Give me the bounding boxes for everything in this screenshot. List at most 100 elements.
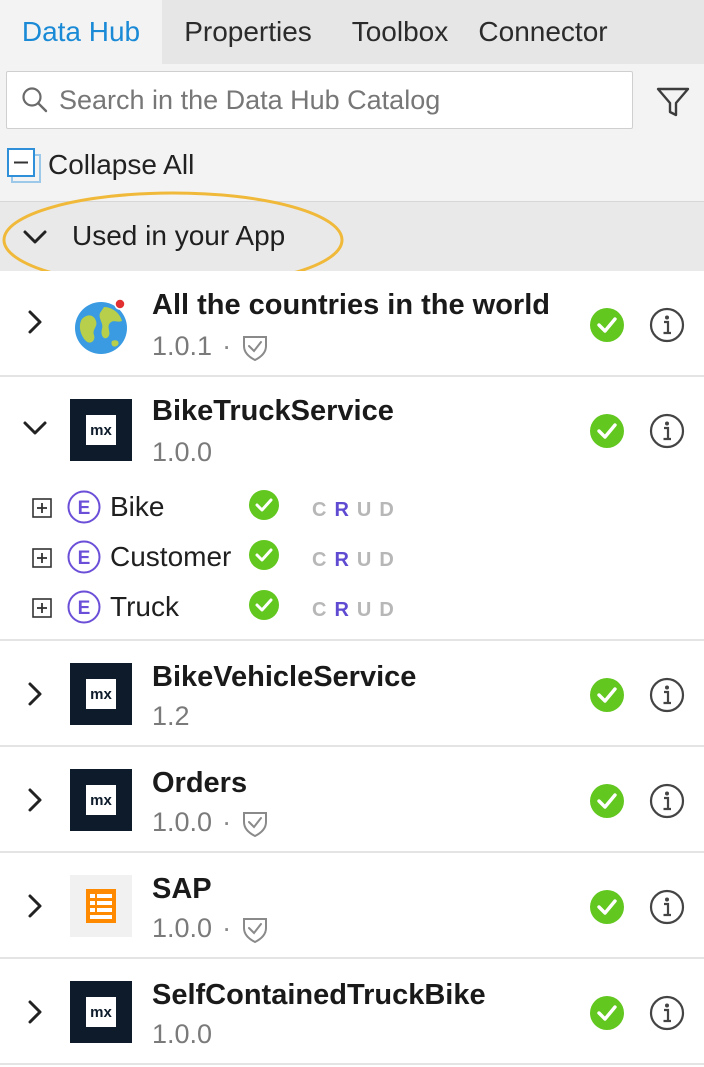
item-title: SAP	[152, 873, 212, 905]
chevron-right-icon[interactable]	[20, 785, 50, 815]
info-icon[interactable]	[649, 677, 685, 713]
tab-toolbox[interactable]: Toolbox	[334, 0, 466, 64]
item-title: SelfContainedTruckBike	[152, 979, 486, 1011]
crud-read: R	[334, 499, 357, 521]
check-circle-icon	[590, 414, 624, 448]
list-item-bikevehicleservice[interactable]: mx BikeVehicleService 1.2	[0, 641, 704, 747]
entity-row-bike[interactable]: E Bike C R U D	[0, 485, 704, 533]
entity-icon-letter: E	[78, 548, 91, 569]
collapse-all-label: Collapse All	[48, 149, 195, 180]
list-item-selfcontainedtruckbike[interactable]: mx SelfContainedTruckBike 1.0.0	[0, 959, 704, 1065]
mx-logo-text: mx	[90, 1004, 112, 1021]
crud-delete: D	[379, 549, 402, 571]
item-version: 1.0.0	[152, 807, 213, 837]
check-circle-icon	[249, 490, 279, 520]
expand-plus-icon[interactable]	[32, 548, 52, 568]
tab-data-hub[interactable]: Data Hub	[0, 0, 162, 64]
item-meta: 1.0.1 ·	[152, 331, 269, 362]
list-item-biketruckservice[interactable]: mx BikeTruckService 1.0.0 E Bike C R U D…	[0, 377, 704, 641]
filter-button[interactable]	[651, 80, 695, 124]
info-icon[interactable]	[649, 783, 685, 819]
check-circle-icon	[590, 996, 624, 1030]
list-item-sap[interactable]: SAP 1.0.0 ·	[0, 853, 704, 959]
filter-icon	[656, 87, 690, 117]
item-version: 1.0.0	[152, 1019, 213, 1049]
item-meta: 1.0.0 ·	[152, 807, 269, 838]
check-circle-icon	[590, 678, 624, 712]
tab-connector[interactable]: Connector	[466, 0, 620, 64]
chevron-right-icon[interactable]	[20, 891, 50, 921]
expand-plus-icon[interactable]	[32, 498, 52, 518]
info-icon[interactable]	[649, 995, 685, 1031]
item-title: Orders	[152, 767, 248, 799]
crud-indicator: C R U D	[312, 549, 402, 572]
tab-bar: Data Hub Properties Toolbox Connector	[0, 0, 704, 64]
item-title: BikeVehicleService	[152, 661, 417, 693]
mx-logo-icon: mx	[70, 981, 132, 1043]
chevron-right-icon[interactable]	[20, 997, 50, 1027]
info-icon[interactable]	[649, 413, 685, 449]
check-circle-icon	[249, 540, 279, 570]
crud-create: C	[312, 499, 335, 521]
item-version: 1.0.0	[152, 913, 213, 943]
crud-delete: D	[379, 499, 402, 521]
list-item-orders[interactable]: mx Orders 1.0.0 ·	[0, 747, 704, 853]
mx-logo-text: mx	[90, 792, 112, 809]
item-meta: 1.0.0	[152, 437, 212, 468]
item-version: 1.0.0	[152, 437, 213, 467]
entity-icon-letter: E	[78, 598, 91, 619]
mx-logo-icon: mx	[70, 663, 132, 725]
search-icon	[22, 87, 48, 113]
crud-update: U	[356, 599, 380, 621]
globe-icon	[75, 298, 127, 354]
separator-dot: ·	[222, 331, 232, 361]
check-circle-icon	[590, 890, 624, 924]
item-version: 1.0.1	[152, 331, 213, 361]
search-box[interactable]	[6, 71, 633, 129]
entity-row-customer[interactable]: E Customer C R U D	[0, 535, 704, 583]
shield-check-icon	[243, 917, 268, 943]
chevron-down-icon	[23, 230, 47, 244]
crud-update: U	[356, 499, 380, 521]
info-icon[interactable]	[649, 889, 685, 925]
entity-icon: E	[67, 540, 101, 574]
shield-check-icon	[243, 811, 268, 837]
crud-indicator: C R U D	[312, 499, 402, 522]
crud-indicator: C R U D	[312, 599, 402, 622]
entity-row-truck[interactable]: E Truck C R U D	[0, 585, 704, 633]
crud-create: C	[312, 549, 335, 571]
entity-icon: E	[67, 590, 101, 624]
separator-dot: ·	[222, 913, 232, 943]
item-version: 1.2	[152, 701, 190, 731]
list-item-countries[interactable]: All the countries in the world 1.0.1 ·	[0, 271, 704, 377]
info-icon[interactable]	[649, 307, 685, 343]
section-title: Used in your App	[72, 220, 286, 251]
crud-read: R	[334, 549, 357, 571]
tab-properties[interactable]: Properties	[162, 0, 334, 64]
entity-name: Truck	[110, 591, 179, 622]
mx-logo-icon: mx	[70, 399, 132, 461]
item-meta: 1.0.0 ·	[152, 913, 269, 944]
entity-icon: E	[67, 490, 101, 524]
item-meta: 1.0.0	[152, 1019, 212, 1050]
mx-logo-text: mx	[90, 686, 112, 703]
entity-icon-letter: E	[78, 498, 91, 519]
crud-delete: D	[379, 599, 402, 621]
collapse-square-icon	[7, 148, 41, 183]
shield-check-icon	[243, 335, 268, 361]
collapse-all-button[interactable]: Collapse All	[6, 144, 194, 186]
expand-plus-icon[interactable]	[32, 598, 52, 618]
item-title: All the countries in the world	[152, 289, 550, 321]
check-circle-icon	[590, 784, 624, 818]
section-used-in-your-app[interactable]: Used in your App	[0, 201, 704, 271]
item-meta: 1.2	[152, 701, 190, 732]
crud-update: U	[356, 549, 380, 571]
entity-name: Customer	[110, 541, 232, 572]
search-input[interactable]	[59, 84, 632, 116]
chevron-right-icon[interactable]	[20, 307, 50, 337]
chevron-down-icon[interactable]	[20, 413, 50, 443]
sap-logo-icon	[70, 875, 132, 937]
check-circle-icon	[249, 590, 279, 620]
separator-dot: ·	[222, 807, 232, 837]
chevron-right-icon[interactable]	[20, 679, 50, 709]
